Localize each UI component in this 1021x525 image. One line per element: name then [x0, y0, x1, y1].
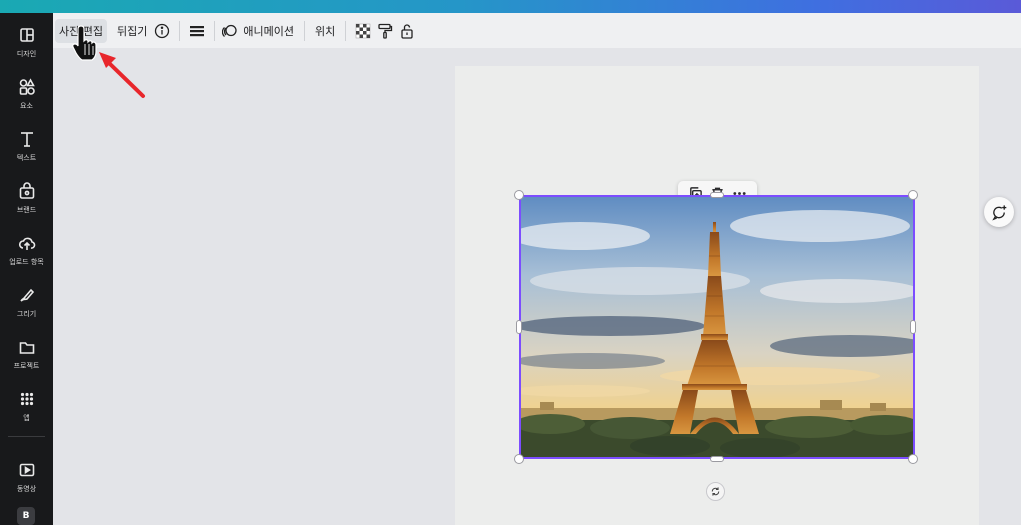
left-sidebar: 디자인 요소 텍스트 브랜드 업로드 항목 그리기 프로젝트 앱 동영상 B [0, 13, 53, 525]
apps-grid-icon [20, 392, 33, 406]
folder-icon [19, 342, 34, 354]
sidebar-item-label: 브랜드 [16, 206, 37, 214]
rotate-button[interactable] [706, 482, 725, 501]
flip-button[interactable]: 뒤집기 [113, 19, 151, 43]
toolbar-divider [179, 20, 181, 41]
text-icon [20, 132, 33, 147]
context-toolbar: 사진 편집 뒤집기 애니메이션 위치 [53, 13, 1021, 48]
sidebar-item-label: 텍스트 [16, 154, 37, 162]
sidebar-item-label: 프로젝트 [13, 362, 40, 370]
animation-icon [222, 24, 238, 37]
sidebar-item-label: 동영상 [16, 485, 37, 493]
sidebar-item-uploads[interactable]: 업로드 항목 [0, 228, 53, 278]
lock-button[interactable] [396, 20, 418, 42]
unlock-icon [401, 23, 413, 39]
rotate-icon [711, 487, 720, 496]
border-style-button[interactable] [186, 20, 208, 42]
info-icon [155, 23, 170, 38]
resize-handle-top-right[interactable] [908, 190, 918, 200]
transparency-checker-icon [355, 23, 371, 38]
sidebar-item-draw[interactable]: 그리기 [0, 280, 53, 330]
edit-photo-button[interactable]: 사진 편집 [55, 18, 107, 43]
sidebar-item-brand[interactable]: 브랜드 [0, 176, 53, 226]
editor-app: 디자인 요소 텍스트 브랜드 업로드 항목 그리기 프로젝트 앱 동영상 B 사… [0, 0, 1021, 525]
border-lines-icon [190, 25, 205, 36]
brand-badge-icon[interactable]: B [17, 507, 35, 525]
resize-handle-top-left[interactable] [514, 190, 524, 200]
sidebar-item-elements[interactable]: 요소 [0, 72, 53, 122]
resize-handle-bottom[interactable] [710, 456, 724, 462]
comment-add-icon [991, 204, 1006, 220]
toolbar-divider [303, 20, 305, 41]
layout-icon [19, 28, 34, 42]
sidebar-item-design[interactable]: 디자인 [0, 20, 53, 70]
sidebar-item-label: 앱 [23, 414, 30, 422]
transparency-button[interactable] [352, 20, 374, 42]
eiffel-tower-photo[interactable] [520, 196, 914, 458]
brand-icon [19, 182, 34, 199]
draw-icon [19, 288, 34, 302]
video-icon [19, 463, 34, 477]
resize-handle-bottom-left[interactable] [514, 454, 524, 464]
toolbar-divider [214, 20, 216, 41]
resize-handle-left[interactable] [516, 320, 522, 334]
resize-handle-bottom-right[interactable] [908, 454, 918, 464]
canvas-workspace [53, 48, 1021, 525]
resize-handle-right[interactable] [910, 320, 916, 334]
sidebar-item-projects[interactable]: 프로젝트 [0, 332, 53, 382]
shapes-icon [19, 78, 35, 95]
info-button[interactable] [151, 20, 173, 42]
sidebar-item-text[interactable]: 텍스트 [0, 124, 53, 174]
sidebar-divider [8, 436, 45, 437]
sidebar-item-label: 그리기 [16, 310, 37, 318]
animation-button[interactable] [221, 20, 239, 42]
top-header-strip [0, 0, 1021, 13]
sidebar-item-label: 디자인 [16, 50, 37, 58]
sidebar-item-label: 업로드 항목 [9, 258, 44, 266]
resize-handle-top[interactable] [710, 192, 724, 198]
toolbar-divider [345, 20, 347, 41]
animation-label-button[interactable]: 애니메이션 [239, 19, 298, 43]
sidebar-item-label: 요소 [20, 102, 33, 110]
sidebar-item-video[interactable]: 동영상 [0, 455, 53, 505]
copy-style-button[interactable] [374, 20, 396, 42]
photo-image [520, 196, 914, 458]
upload-cloud-icon [18, 237, 35, 250]
position-button[interactable]: 위치 [311, 19, 339, 43]
sidebar-item-apps[interactable]: 앱 [0, 384, 53, 434]
paint-roller-icon [378, 23, 393, 39]
add-comment-button[interactable] [984, 197, 1014, 227]
